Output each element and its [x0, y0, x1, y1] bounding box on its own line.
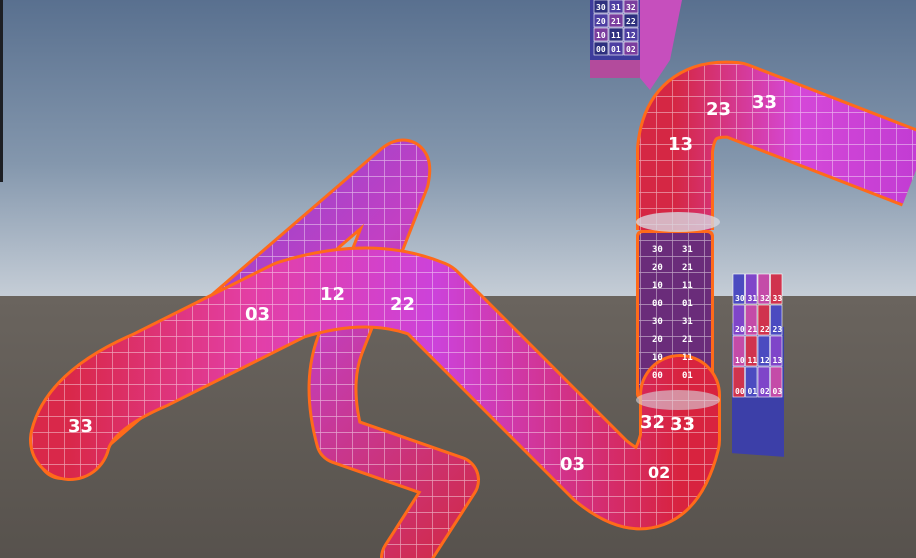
tube-label: 02	[648, 463, 670, 482]
tube-label: 03	[560, 454, 585, 475]
tube-label: 22	[390, 294, 415, 315]
3d-scene-viewport[interactable]: 13 23 33 03 32 33 12 22 03 33 02 30 3120 2…	[0, 0, 916, 558]
grid-cell-label: 31	[611, 3, 621, 12]
tube-label: 23	[706, 99, 731, 120]
grid-cell-label: 11	[611, 31, 621, 40]
grid-cell-label: 32	[626, 3, 636, 12]
floating-texture-card[interactable]: 30 31 32 33 20 21 22 23 10 11 12 13 00 01 02 03	[732, 273, 784, 457]
tube-label: 03	[245, 304, 270, 325]
grid-cell-label: 03	[773, 387, 783, 396]
tube-texture-label: 20	[652, 263, 663, 273]
grid-cell-label: 11	[748, 356, 758, 365]
tube-texture-label: 30	[652, 317, 663, 327]
grid-cell-label: 21	[611, 17, 621, 26]
tube-texture-label: 30	[652, 245, 663, 255]
grid-cell-label: 30	[596, 3, 606, 12]
grid-cell-label: 22	[626, 17, 636, 26]
grid-cell-label: 01	[748, 387, 758, 396]
tube-texture-label: 01	[682, 371, 693, 381]
tube-texture-label: 10	[652, 353, 663, 363]
grid-cell-label: 31	[748, 294, 758, 303]
tube-label: 33	[670, 414, 695, 435]
grid-cell-label: 13	[773, 356, 783, 365]
tube-texture-label: 31	[682, 317, 693, 327]
grid-cell-label: 02	[626, 45, 636, 54]
tube-texture-label: 00	[652, 371, 663, 381]
grid-cell-label: 12	[760, 356, 770, 365]
grid-cell-label: 10	[735, 356, 745, 365]
grid-cell-label: 21	[748, 325, 758, 334]
grid-cell-label: 33	[773, 294, 783, 303]
grid-cell-label: 01	[611, 45, 621, 54]
grid-cell-label: 10	[596, 31, 606, 40]
tube-texture-label: 11	[682, 281, 693, 291]
grid-cell-label: 20	[596, 17, 606, 26]
tube-label: 12	[320, 284, 345, 305]
grid-cell-label: 00	[735, 387, 745, 396]
window-edge-bar	[0, 0, 3, 182]
grid-cell-label: 20	[735, 325, 745, 334]
tube-texture-label: 00	[652, 299, 663, 309]
tube-texture-label: 21	[682, 263, 693, 273]
tube-texture-label: 10	[652, 281, 663, 291]
tube-label: 33	[68, 416, 93, 437]
tube-label: 13	[668, 134, 693, 155]
grid-cell-label: 02	[760, 387, 770, 396]
tube-texture-label: 20	[652, 335, 663, 345]
tube-texture-label: 21	[682, 335, 693, 345]
grid-cell-label: 23	[773, 325, 783, 334]
grid-cell-label: 32	[760, 294, 770, 303]
grid-cell-label: 12	[626, 31, 636, 40]
tube-texture-label: 31	[682, 245, 693, 255]
tube-texture-label: 01	[682, 299, 693, 309]
grid-cell-label: 00	[596, 45, 606, 54]
grid-cell-label: 30	[735, 294, 745, 303]
grid-cell-label: 22	[760, 325, 770, 334]
tube-texture-label: 11	[682, 353, 693, 363]
tube-label: 33	[752, 92, 777, 113]
tube-label: 32	[640, 412, 665, 433]
